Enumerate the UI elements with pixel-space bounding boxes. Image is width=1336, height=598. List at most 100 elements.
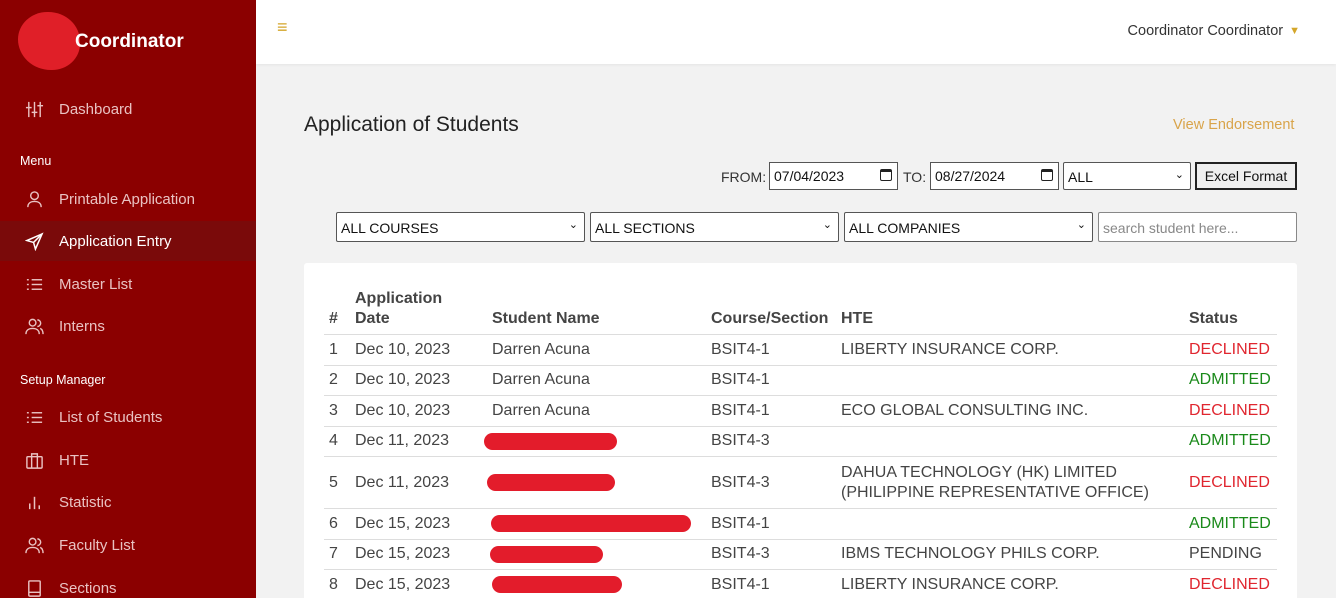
sidebar-item-master-list[interactable]: Master List [0, 264, 256, 304]
from-date-input[interactable]: 07/04/2023 [769, 162, 898, 190]
row-student-redacted [484, 426, 706, 457]
col-header-student[interactable]: Student Name [487, 289, 706, 335]
row-course: BSIT4-1 [706, 365, 836, 396]
sidebar-item-label: HTE [59, 451, 89, 469]
redaction-mark [491, 515, 691, 533]
applications-card: # Application Date Student Name Course/Se… [304, 263, 1297, 598]
row-course: BSIT4-1 [706, 395, 836, 427]
row-student: Darren Acuna [487, 334, 706, 366]
row-hte [836, 508, 1184, 540]
users-icon [24, 535, 44, 555]
briefcase-icon [24, 450, 44, 470]
sidebar-item-interns[interactable]: Interns [0, 306, 256, 346]
row-status: DECLINED [1184, 334, 1277, 366]
row-student: Darren Acuna [487, 395, 706, 427]
users-icon [24, 316, 44, 336]
search-student-input[interactable]: search student here... [1098, 212, 1297, 242]
row-hte: DAHUA TECHNOLOGY (HK) LIMITED (PHILIPPINE… [836, 456, 1184, 509]
row-hte: ECO GLOBAL CONSULTING INC. [836, 395, 1184, 427]
chevron-down-icon: ⌄ [568, 219, 578, 231]
row-hte: IBMS TECHNOLOGY PHILS CORP. [836, 539, 1184, 570]
redaction-mark [487, 473, 615, 491]
user-name: Coordinator Coordinator [1127, 23, 1284, 39]
redaction-mark [484, 432, 617, 450]
row-student-redacted [487, 569, 706, 598]
category-filter-row: ALL COURSES ⌄ ALL SECTIONS ⌄ ALL COMPANI… [0, 212, 1298, 242]
row-course: BSIT4-3 [706, 539, 836, 570]
sidebar-item-dashboard[interactable]: Dashboard [0, 89, 256, 129]
col-header-num[interactable]: # [324, 289, 350, 335]
row-hte: LIBERTY INSURANCE CORP. [836, 569, 1184, 598]
redaction-mark [492, 576, 622, 594]
row-date: Dec 15, 2023 [350, 508, 487, 540]
table-row[interactable]: 5 Dec 11, 2023 BSIT4-3 DAHUA TECHNOLOGY … [324, 456, 1277, 509]
row-student-redacted [487, 456, 706, 509]
chevron-down-icon: ⌄ [1076, 219, 1086, 231]
row-date: Dec 11, 2023 [350, 456, 487, 509]
excel-format-button[interactable]: Excel Format [1195, 162, 1297, 190]
date-filter-row: FROM: 07/04/2023 TO: 08/27/2024 ALL ⌄ Ex… [0, 162, 1298, 190]
table-row[interactable]: 8 Dec 15, 2023 BSIT4-1 LIBERTY INSURANCE… [324, 569, 1277, 598]
table-row[interactable]: 1 Dec 10, 2023 Darren Acuna BSIT4-1 LIBE… [324, 334, 1277, 366]
table-row[interactable]: 2 Dec 10, 2023 Darren Acuna BSIT4-1 ADMI… [324, 365, 1277, 396]
user-menu[interactable]: Coordinator Coordinator ▼ [1128, 23, 1300, 39]
row-student-redacted [487, 508, 706, 540]
row-num: 8 [324, 569, 350, 598]
col-header-date[interactable]: Application Date [350, 289, 487, 335]
row-status: ADMITTED [1184, 426, 1277, 457]
row-course: BSIT4-3 [706, 426, 836, 457]
col-header-hte[interactable]: HTE [836, 289, 1184, 335]
sidebar-item-sections[interactable]: Sections [0, 568, 256, 598]
row-num: 7 [324, 539, 350, 570]
company-select-value: ALL COMPANIES [849, 220, 961, 236]
redaction-mark [490, 545, 603, 563]
table-row[interactable]: 7 Dec 15, 2023 BSIT4-3 IBMS TECHNOLOGY P… [324, 539, 1277, 570]
row-date: Dec 11, 2023 [350, 426, 487, 457]
row-num: 2 [324, 365, 350, 396]
course-select[interactable]: ALL COURSES ⌄ [336, 212, 585, 242]
sidebar-item-label: Statistic [59, 493, 112, 511]
hamburger-menu-icon[interactable]: ≡ [277, 17, 288, 38]
sidebar-item-label: Faculty List [59, 536, 135, 554]
sidebar-item-label: Sections [59, 579, 117, 597]
list-icon [24, 407, 44, 427]
row-date: Dec 10, 2023 [350, 365, 487, 396]
view-endorsement-link[interactable]: View Endorsement [1173, 117, 1294, 133]
sidebar-item-label: Interns [59, 317, 105, 335]
status-select[interactable]: ALL ⌄ [1063, 162, 1191, 190]
table-row[interactable]: 3 Dec 10, 2023 Darren Acuna BSIT4-1 ECO … [324, 395, 1277, 427]
row-hte [836, 365, 1184, 396]
col-header-status[interactable]: Status [1184, 289, 1277, 335]
row-course: BSIT4-3 [706, 456, 836, 509]
calendar-icon[interactable] [880, 169, 892, 181]
calendar-icon[interactable] [1041, 169, 1053, 181]
from-date-value: 07/04/2023 [774, 168, 845, 184]
table-row[interactable]: 6 Dec 15, 2023 BSIT4-1 ADMITTED [324, 508, 1277, 540]
to-date-input[interactable]: 08/27/2024 [930, 162, 1059, 190]
row-status: ADMITTED [1184, 508, 1277, 540]
col-header-course[interactable]: Course/Section [706, 289, 836, 335]
brand[interactable]: Coordinator [18, 12, 248, 72]
bar-chart-icon [24, 492, 44, 512]
sidebar-item-hte[interactable]: HTE [0, 440, 256, 480]
sidebar-item-faculty-list[interactable]: Faculty List [0, 525, 256, 565]
status-select-value: ALL [1068, 169, 1093, 185]
company-select[interactable]: ALL COMPANIES ⌄ [844, 212, 1093, 242]
row-num: 6 [324, 508, 350, 540]
user-icon [24, 189, 44, 209]
row-course: BSIT4-1 [706, 334, 836, 366]
sidebar-item-label: List of Students [59, 408, 163, 426]
row-date: Dec 10, 2023 [350, 395, 487, 427]
table-row[interactable]: 4 Dec 11, 2023 BSIT4-3 ADMITTED [324, 426, 1277, 457]
page-title: Application of Students [304, 113, 519, 136]
book-icon [24, 578, 44, 598]
sidebar-item-statistic[interactable]: Statistic [0, 482, 256, 522]
row-student: Darren Acuna [487, 365, 706, 396]
row-status: DECLINED [1184, 395, 1277, 427]
table-header-row: # Application Date Student Name Course/Se… [324, 289, 1277, 335]
sidebar-section-setup: Setup Manager [20, 373, 106, 387]
row-status: ADMITTED [1184, 365, 1277, 396]
sidebar-item-list-of-students[interactable]: List of Students [0, 397, 256, 437]
row-status: PENDING [1184, 539, 1277, 570]
section-select[interactable]: ALL SECTIONS ⌄ [590, 212, 839, 242]
